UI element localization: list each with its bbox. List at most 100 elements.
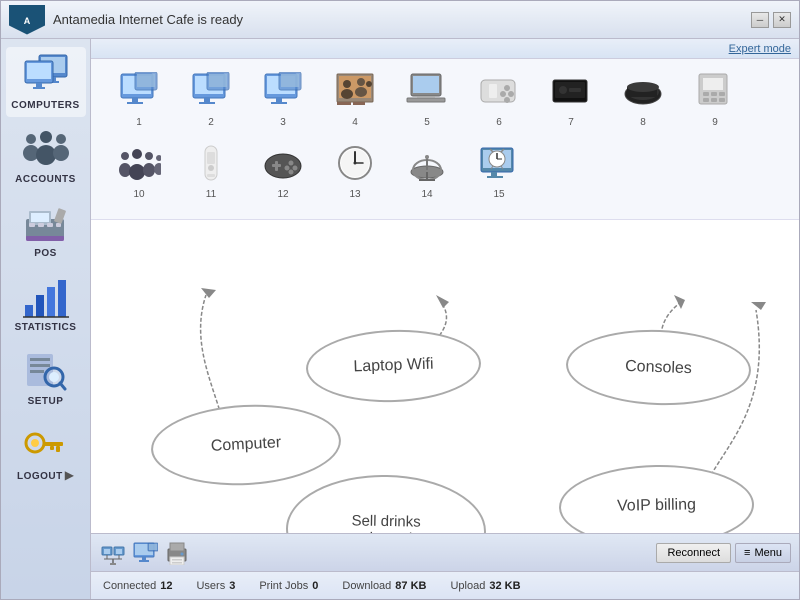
- device-grid: 1 2: [91, 59, 799, 220]
- connected-value: 12: [160, 580, 172, 592]
- main-window: A Antamedia Internet Cafe is ready ─ ✕: [0, 0, 800, 600]
- device-5-num: 5: [424, 117, 430, 128]
- sidebar-pos-label: POS: [34, 248, 57, 259]
- reconnect-button[interactable]: Reconnect: [656, 543, 731, 563]
- network-toolbar-icon[interactable]: [99, 539, 127, 567]
- sidebar-accounts-label: ACCOUNTS: [15, 174, 76, 185]
- sidebar-item-logout[interactable]: LOGOUT ▶: [6, 417, 86, 488]
- device-13[interactable]: 13: [319, 139, 391, 211]
- device-11[interactable]: 11: [175, 139, 247, 211]
- status-download: Download 87 KB: [342, 580, 426, 592]
- device-1[interactable]: 1: [103, 67, 175, 139]
- printer-toolbar-icon[interactable]: [163, 539, 191, 567]
- device-8-icon: [619, 67, 667, 115]
- device-2-icon: [187, 67, 235, 115]
- logout-row: LOGOUT ▶: [17, 468, 74, 482]
- close-button[interactable]: ✕: [773, 12, 791, 28]
- device-1-num: 1: [136, 117, 142, 128]
- device-10-num: 10: [133, 189, 144, 200]
- device-10[interactable]: 10: [103, 139, 175, 211]
- device-14[interactable]: 14: [391, 139, 463, 211]
- device-4-num: 4: [352, 117, 358, 128]
- svg-text:A: A: [24, 16, 31, 26]
- device-4[interactable]: 4: [319, 67, 391, 139]
- upload-label: Upload: [450, 580, 485, 592]
- sidebar: COMPUTERS ACCOUNTS: [1, 39, 91, 599]
- expert-bar: Expert mode: [91, 39, 799, 59]
- print-jobs-label: Print Jobs: [259, 580, 308, 592]
- device-15[interactable]: 15: [463, 139, 535, 211]
- device-12-icon: [259, 139, 307, 187]
- status-connected: Connected 12: [103, 580, 172, 592]
- sidebar-item-pos[interactable]: POS: [6, 195, 86, 265]
- device-7[interactable]: 7: [535, 67, 607, 139]
- status-bar: Connected 12 Users 3 Print Jobs 0 Downlo…: [91, 571, 799, 599]
- sidebar-statistics-label: STATISTICS: [15, 322, 77, 333]
- expert-mode-link[interactable]: Expert mode: [729, 43, 791, 55]
- app-logo: A: [9, 5, 45, 35]
- device-11-icon: [187, 139, 235, 187]
- device-7-num: 7: [568, 117, 574, 128]
- device-9-num: 9: [712, 117, 718, 128]
- title-bar: A Antamedia Internet Cafe is ready ─ ✕: [1, 1, 799, 39]
- menu-icon: ≡: [744, 547, 750, 559]
- device-13-icon: [331, 139, 379, 187]
- content-area: Expert mode: [91, 39, 799, 599]
- device-3[interactable]: 3: [247, 67, 319, 139]
- monitor-toolbar-icon[interactable]: [131, 539, 159, 567]
- device-12[interactable]: 12: [247, 139, 319, 211]
- canvas-area: Computer Laptop Wifi Sell drinksand snac…: [91, 220, 799, 533]
- device-9[interactable]: 9: [679, 67, 751, 139]
- device-8[interactable]: 8: [607, 67, 679, 139]
- device-5[interactable]: 5: [391, 67, 463, 139]
- device-6-num: 6: [496, 117, 502, 128]
- sidebar-computers-label: COMPUTERS: [11, 100, 79, 111]
- accounts-icon: [21, 127, 71, 172]
- sidebar-item-setup[interactable]: SETUP: [6, 343, 86, 413]
- minimize-button[interactable]: ─: [751, 12, 769, 28]
- sidebar-item-statistics[interactable]: STATISTICS: [6, 269, 86, 339]
- device-4-icon: [331, 67, 379, 115]
- pos-icon: [21, 201, 71, 246]
- sidebar-logout-label: LOGOUT: [17, 471, 63, 482]
- download-value: 87 KB: [395, 580, 426, 592]
- connected-label: Connected: [103, 580, 156, 592]
- device-7-icon: [547, 67, 595, 115]
- device-8-num: 8: [640, 117, 646, 128]
- device-2[interactable]: 2: [175, 67, 247, 139]
- users-label: Users: [196, 580, 225, 592]
- label-voip: VoIP billing: [558, 463, 754, 533]
- device-6-icon: [475, 67, 523, 115]
- statistics-icon: [21, 275, 71, 320]
- device-12-num: 12: [277, 189, 288, 200]
- device-2-num: 2: [208, 117, 214, 128]
- sidebar-item-computers[interactable]: COMPUTERS: [6, 47, 86, 117]
- device-9-icon: [691, 67, 739, 115]
- sidebar-item-accounts[interactable]: ACCOUNTS: [6, 121, 86, 191]
- logout-arrow: ▶: [65, 468, 74, 482]
- device-3-num: 3: [280, 117, 286, 128]
- title-bar-text: Antamedia Internet Cafe is ready: [53, 12, 751, 27]
- device-14-icon: [403, 139, 451, 187]
- device-6[interactable]: 6: [463, 67, 535, 139]
- users-value: 3: [229, 580, 235, 592]
- device-10-icon: [115, 139, 163, 187]
- device-15-num: 15: [493, 189, 504, 200]
- device-1-icon: [115, 67, 163, 115]
- setup-icon: [21, 349, 71, 394]
- device-5-icon: [403, 67, 451, 115]
- status-users: Users 3: [196, 580, 235, 592]
- logout-icon: [21, 423, 71, 468]
- sidebar-setup-label: SETUP: [28, 396, 64, 407]
- device-15-icon: [475, 139, 523, 187]
- print-jobs-value: 0: [312, 580, 318, 592]
- title-bar-controls: ─ ✕: [751, 12, 791, 28]
- menu-button[interactable]: ≡ Menu: [735, 543, 791, 563]
- device-3-icon: [259, 67, 307, 115]
- label-computer: Computer: [149, 400, 343, 490]
- bottom-toolbar: Reconnect ≡ Menu: [91, 533, 799, 571]
- label-sell-drinks: Sell drinksand snacks: [285, 473, 487, 533]
- status-print-jobs: Print Jobs 0: [259, 580, 318, 592]
- label-consoles: Consoles: [565, 327, 753, 408]
- download-label: Download: [342, 580, 391, 592]
